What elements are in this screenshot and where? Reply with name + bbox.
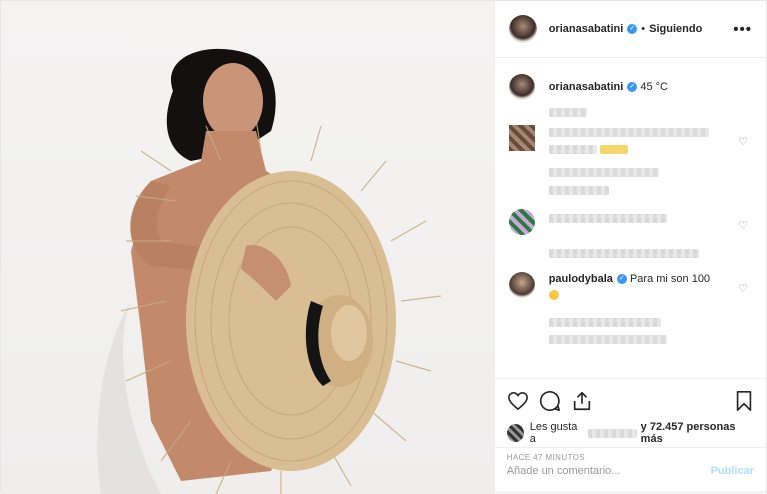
likes-count[interactable]: y 72.457 personas más bbox=[641, 421, 754, 445]
photo-illustration bbox=[97, 48, 442, 494]
liker-avatar bbox=[506, 424, 524, 442]
more-options-icon[interactable]: ••• bbox=[733, 21, 752, 38]
author-username[interactable]: orianasabatini bbox=[549, 23, 624, 35]
blurred-text bbox=[548, 127, 709, 137]
verified-badge-icon: ✓ bbox=[616, 274, 627, 285]
post-photo[interactable] bbox=[1, 1, 494, 494]
instagram-post: orianasabatini ✓ • Siguiendo ••• orianas… bbox=[0, 0, 767, 494]
comment-row: ♡ bbox=[508, 209, 752, 235]
blurred-text bbox=[548, 213, 667, 223]
follow-status-button[interactable]: Siguiendo bbox=[649, 23, 702, 35]
share-icon[interactable] bbox=[571, 390, 593, 412]
comment-like-icon[interactable]: ♡ bbox=[738, 282, 748, 295]
commenter-username[interactable]: paulodybala bbox=[549, 273, 613, 285]
blurred-avatar[interactable] bbox=[508, 209, 535, 235]
blurred-line bbox=[548, 168, 752, 180]
post-sidebar: orianasabatini ✓ • Siguiendo ••• orianas… bbox=[493, 1, 766, 494]
comment-text bbox=[548, 209, 667, 223]
heart-eyes-emoji-icon bbox=[548, 290, 559, 300]
post-header: orianasabatini ✓ • Siguiendo ••• bbox=[494, 1, 766, 58]
likes-prefix: Les gusta a bbox=[529, 421, 578, 445]
comment-body: Para mi son 100 bbox=[629, 273, 711, 285]
blurred-text bbox=[548, 108, 587, 117]
verified-badge-icon: ✓ bbox=[627, 82, 638, 93]
comment-like-icon[interactable]: ♡ bbox=[738, 219, 748, 232]
comment-text bbox=[548, 125, 709, 154]
comment-like-icon[interactable]: ♡ bbox=[738, 135, 748, 148]
blurred-line bbox=[548, 249, 752, 258]
caption-username[interactable]: orianasabatini bbox=[549, 81, 624, 93]
blurred-text bbox=[548, 168, 659, 177]
blurred-text bbox=[548, 318, 661, 327]
comment-text: paulodybala ✓ Para mi son 100 bbox=[548, 272, 711, 304]
comment-input[interactable] bbox=[506, 465, 711, 477]
blurred-line bbox=[548, 335, 752, 344]
blurred-avatar[interactable] bbox=[508, 125, 535, 151]
blurred-username bbox=[587, 428, 637, 438]
caption-text: orianasabatini ✓ 45 °C bbox=[549, 80, 668, 94]
caption-row: orianasabatini ✓ 45 °C bbox=[508, 74, 752, 100]
likes-summary[interactable]: Les gusta a y 72.457 personas más bbox=[506, 421, 754, 445]
author-avatar[interactable] bbox=[508, 15, 537, 43]
blurred-text bbox=[548, 145, 597, 154]
comment-icon[interactable] bbox=[539, 390, 561, 412]
blurred-line bbox=[548, 186, 752, 195]
blurred-line bbox=[548, 108, 752, 117]
bookmark-icon[interactable] bbox=[734, 390, 754, 412]
heart-icon[interactable] bbox=[507, 391, 529, 411]
blurred-emoji bbox=[599, 145, 628, 154]
comment-row: ♡ bbox=[508, 125, 752, 154]
caption-body: 45 °C bbox=[640, 81, 668, 93]
comments-list[interactable]: orianasabatini ✓ 45 °C ♡ ♡ paulodybala ✓… bbox=[495, 58, 766, 378]
comment-row: paulodybala ✓ Para mi son 100 ♡ bbox=[508, 272, 752, 304]
caption-avatar[interactable] bbox=[508, 74, 535, 100]
commenter-avatar[interactable] bbox=[508, 272, 535, 298]
verified-badge-icon: ✓ bbox=[627, 24, 638, 34]
blurred-text bbox=[548, 186, 609, 195]
blurred-text bbox=[548, 335, 667, 344]
blurred-line bbox=[548, 318, 752, 327]
header-separator: • bbox=[641, 23, 646, 35]
action-icons bbox=[507, 387, 754, 415]
publish-button[interactable]: Publicar bbox=[711, 465, 754, 477]
blurred-text bbox=[548, 249, 699, 258]
add-comment-bar: Publicar bbox=[494, 447, 766, 494]
